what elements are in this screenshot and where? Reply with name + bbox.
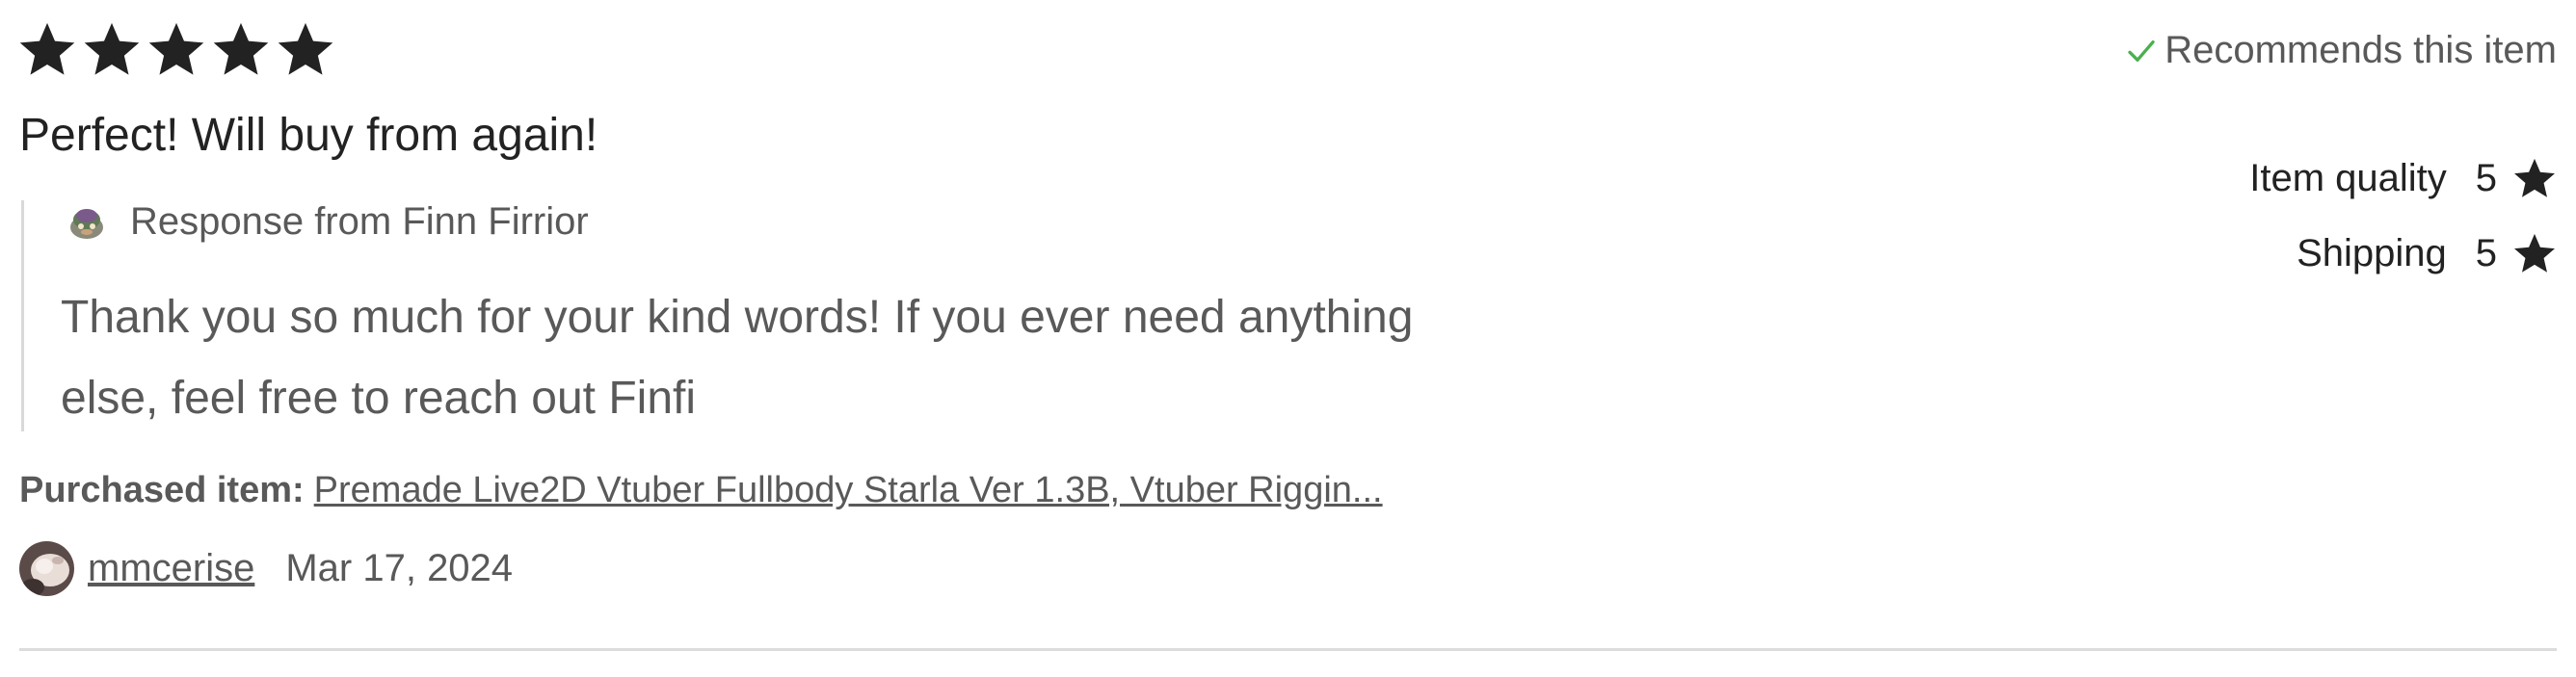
purchased-item-link[interactable]: Premade Live2D Vtuber Fullbody Starla Ve…: [314, 470, 1383, 510]
rating-label: Item quality: [2249, 156, 2447, 199]
rating-shipping: Shipping 5: [2249, 216, 2557, 291]
rating-label: Shipping: [2297, 231, 2447, 274]
review-date: Mar 17, 2024: [285, 547, 514, 589]
rating-value: 5: [2475, 231, 2497, 274]
star-icon: [213, 22, 269, 75]
star-icon: [148, 22, 204, 75]
purchased-item-label: Purchased item:: [19, 470, 305, 510]
response-body: Thank you so much for your kind words! I…: [61, 292, 1414, 424]
star-icon: [2514, 158, 2555, 197]
star-icon: [19, 22, 75, 75]
reviewer-username[interactable]: mmcerise: [88, 547, 254, 590]
response-header: Response from Finn Firrior: [66, 200, 589, 244]
rating-value: 5: [2475, 156, 2497, 199]
checkmark-icon: [2128, 39, 2155, 62]
response-title: Response from Finn Firrior: [130, 200, 589, 243]
avatar[interactable]: [19, 541, 74, 596]
purchased-item: Purchased item: Premade Live2D Vtuber Ful…: [19, 470, 1383, 511]
star-rating: [17, 19, 335, 79]
seller-response: Response from Finn Firrior Thank you so …: [21, 200, 1470, 431]
sub-ratings: Item quality 5 Shipping 5: [2249, 141, 2557, 291]
recommends-label: Recommends this item: [2164, 29, 2557, 71]
reviewer-info: mmcerise Mar 17, 2024: [19, 541, 513, 596]
star-icon: [84, 22, 140, 75]
recommends-badge: Recommends this item: [2126, 29, 2557, 72]
star-icon: [278, 22, 333, 75]
rating-item-quality: Item quality 5: [2249, 141, 2557, 216]
review-text: Perfect! Will buy from again!: [19, 110, 598, 161]
shop-avatar[interactable]: [66, 202, 107, 243]
star-icon: [2514, 233, 2555, 273]
divider: [19, 648, 2557, 651]
